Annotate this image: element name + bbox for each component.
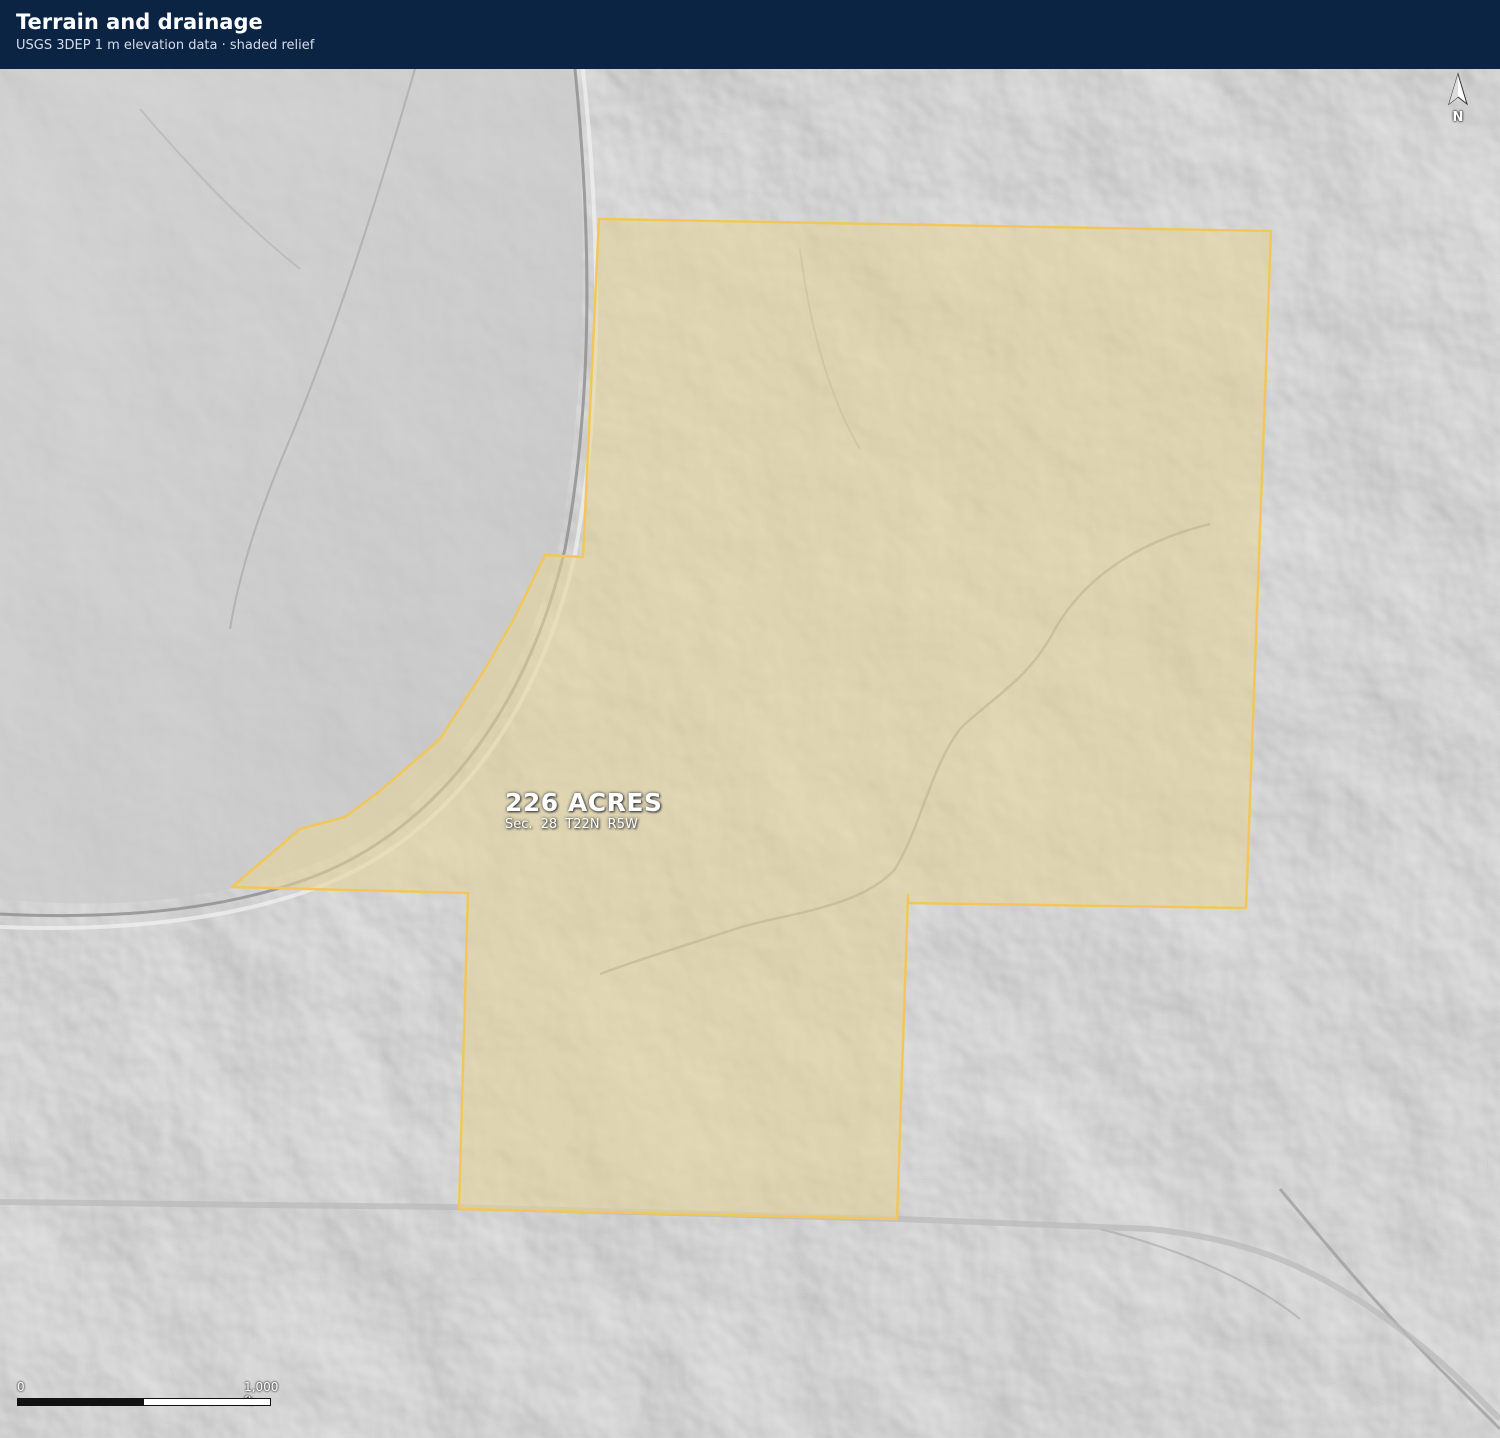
north-label: N	[1452, 110, 1464, 125]
relief-canvas	[0, 69, 1500, 1438]
parcel-legal-description: Sec. 28 T22N R5W	[505, 817, 638, 832]
shaded-relief-map[interactable]	[0, 69, 1500, 1438]
map-title: Terrain and drainage	[16, 10, 263, 34]
map-subtitle: USGS 3DEP 1 m elevation data · shaded re…	[16, 38, 315, 53]
parcel-acreage: 226 ACRES	[505, 788, 663, 817]
scale-bar: 0 1,000 ft	[17, 1380, 278, 1412]
map-header: Terrain and drainage USGS 3DEP 1 m eleva…	[0, 0, 1500, 69]
scale-start-label: 0	[17, 1380, 25, 1394]
north-arrow: N	[1440, 70, 1476, 130]
scale-bar-graphic	[17, 1398, 271, 1406]
north-arrow-icon	[1448, 72, 1468, 106]
scale-bar-segment	[18, 1399, 144, 1405]
parcel-label: 226 ACRES Sec. 28 T22N R5W	[505, 788, 662, 832]
